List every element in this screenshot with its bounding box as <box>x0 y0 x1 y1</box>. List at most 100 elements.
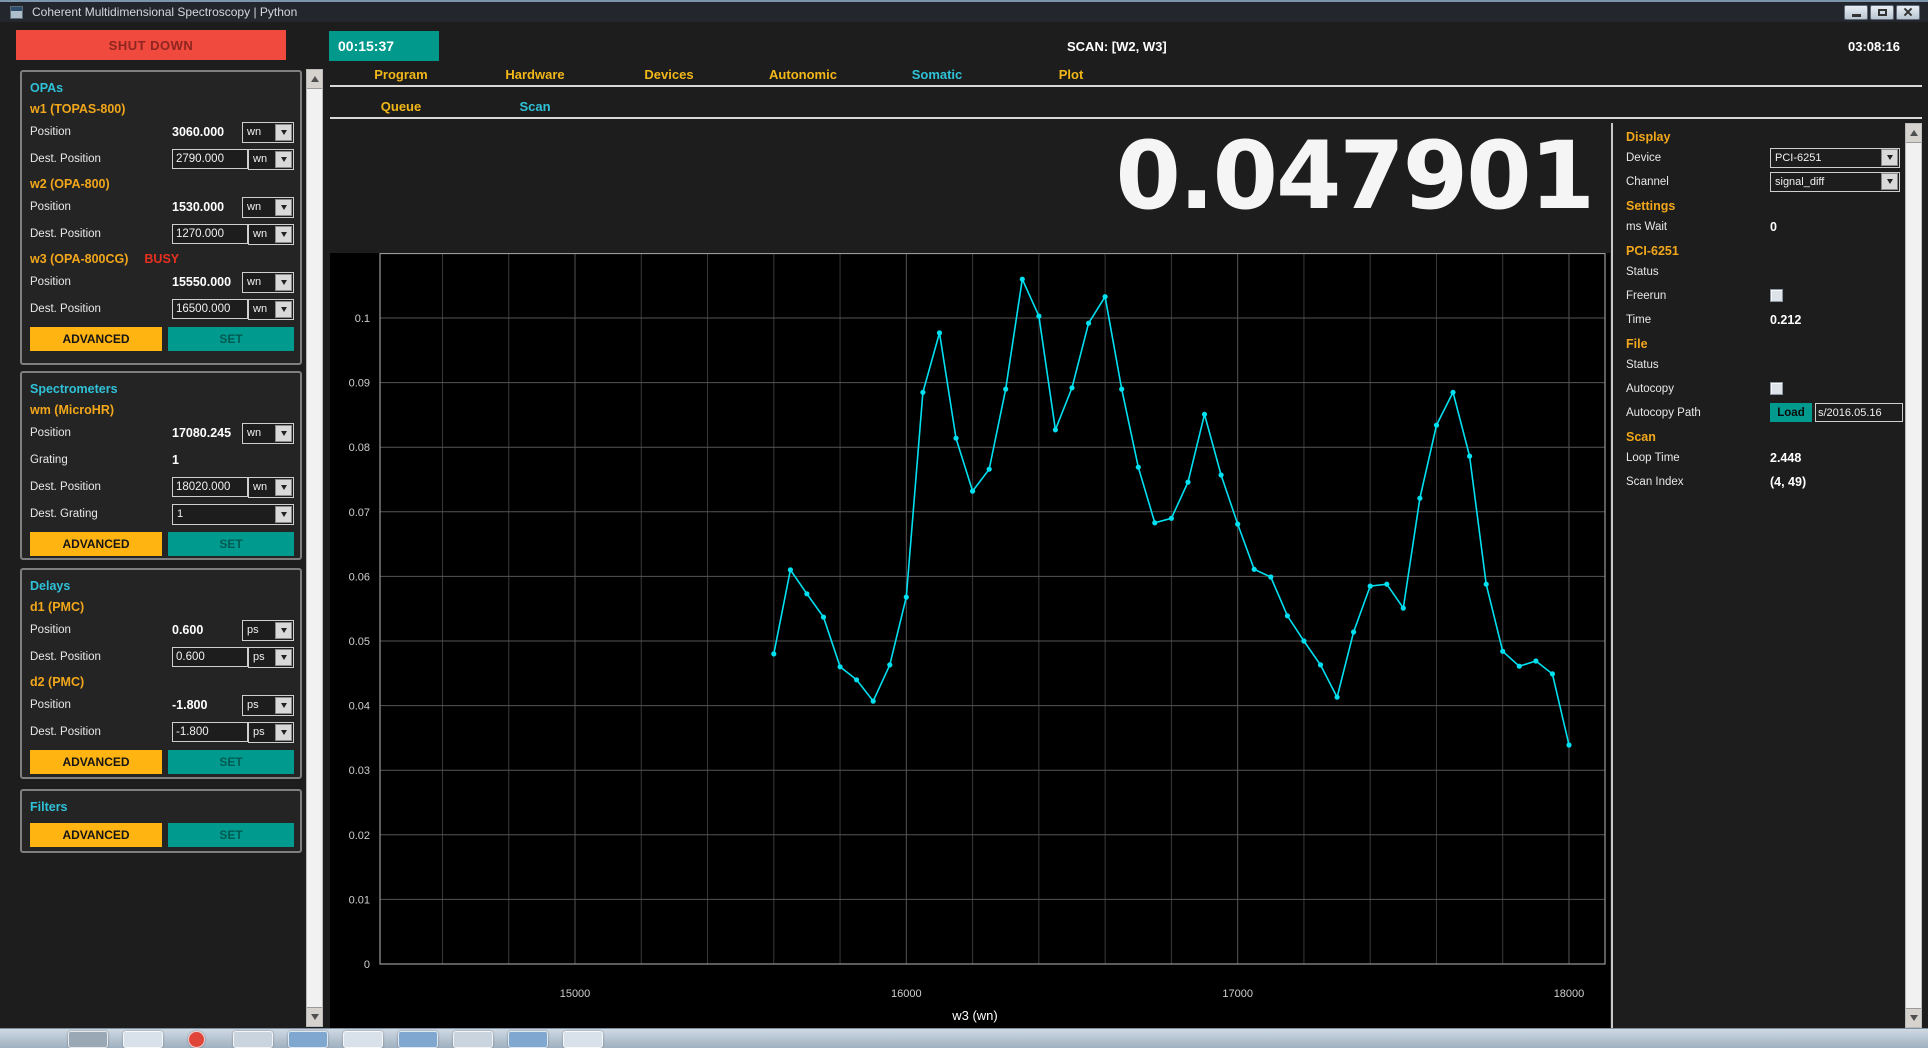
tab-autonomic[interactable]: Autonomic <box>736 67 870 82</box>
tab-program[interactable]: Program <box>334 67 468 82</box>
spectrometers-set-button[interactable]: SET <box>168 532 294 556</box>
d2-position-units-dropdown[interactable]: ps <box>242 695 294 716</box>
w3-dest-units-dropdown[interactable]: wn <box>248 299 294 320</box>
device-dropdown[interactable]: PCI-6251 <box>1770 148 1900 168</box>
windows-taskbar[interactable] <box>0 1028 1928 1048</box>
units-value: wn <box>253 228 267 240</box>
row-label: Grating <box>30 454 172 466</box>
opas-set-button[interactable]: SET <box>168 327 294 351</box>
d2-dest-input[interactable] <box>172 722 248 742</box>
taskbar-app-1[interactable] <box>68 1031 108 1048</box>
device-name-w3: w3 (OPA-800CG) <box>30 252 128 266</box>
tab-somatic[interactable]: Somatic <box>870 67 1004 82</box>
load-button[interactable]: Load <box>1770 403 1812 422</box>
close-button[interactable] <box>1896 5 1920 20</box>
signal-readout: 0.047901 <box>1115 130 1593 224</box>
row-label: Dest. Position <box>30 651 172 663</box>
freerun-checkbox[interactable] <box>1770 289 1783 302</box>
row-label: Position <box>30 201 172 213</box>
taskbar-app-2[interactable] <box>123 1031 163 1048</box>
autocopy-checkbox[interactable] <box>1770 382 1783 395</box>
chevron-down-icon <box>1881 149 1898 166</box>
w1-position-units-dropdown[interactable]: wn <box>242 122 294 143</box>
scroll-up-icon[interactable] <box>307 70 322 89</box>
units-value: wn <box>247 126 261 138</box>
wm-position-units-dropdown[interactable]: wn <box>242 423 294 444</box>
w3-position-units-dropdown[interactable]: wn <box>242 272 294 293</box>
channel-dropdown[interactable]: signal_diff <box>1770 172 1900 192</box>
row-label: Dest. Position <box>30 153 172 165</box>
w2-dest-units-dropdown[interactable]: wn <box>248 224 294 245</box>
d2-position-row: Position -1.800 ps <box>30 694 294 716</box>
time-value: 0.212 <box>1770 313 1801 327</box>
taskbar-app-4[interactable] <box>233 1031 273 1048</box>
taskbar-app-6[interactable] <box>343 1031 383 1048</box>
filters-advanced-button[interactable]: ADVANCED <box>30 823 162 847</box>
scroll-up-icon[interactable] <box>1906 124 1921 143</box>
scroll-down-icon[interactable] <box>307 1007 322 1026</box>
taskbar-app-7[interactable] <box>398 1031 438 1048</box>
svg-text:0.06: 0.06 <box>349 571 370 583</box>
svg-text:0.02: 0.02 <box>349 830 370 842</box>
svg-text:17000: 17000 <box>1222 988 1253 1000</box>
right-panel-scrollbar[interactable] <box>1905 123 1922 1028</box>
wm-position-value: 17080.245 <box>172 426 231 440</box>
d1-position-units-dropdown[interactable]: ps <box>242 620 294 641</box>
wm-dest-units-dropdown[interactable]: wn <box>248 477 294 498</box>
wm-dest-position-input[interactable] <box>172 477 248 497</box>
shutdown-button[interactable]: SHUT DOWN <box>16 30 286 60</box>
taskbar-app-9[interactable] <box>508 1031 548 1048</box>
device-row: Device PCI-6251 <box>1626 147 1903 168</box>
freerun-row: Freerun <box>1626 285 1903 306</box>
loop-time-row: Loop Time 2.448 <box>1626 447 1903 468</box>
wm-dest-grating-dropdown[interactable]: 1 <box>172 504 294 525</box>
taskbar-app-8[interactable] <box>453 1031 493 1048</box>
d1-dest-input[interactable] <box>172 647 248 667</box>
clock: 03:08:16 <box>1848 39 1900 54</box>
scroll-down-icon[interactable] <box>1906 1008 1921 1027</box>
units-value: wn <box>253 153 267 165</box>
delays-advanced-button[interactable]: ADVANCED <box>30 750 162 774</box>
delays-set-button[interactable]: SET <box>168 750 294 774</box>
svg-text:0.08: 0.08 <box>349 442 370 454</box>
tab-plot[interactable]: Plot <box>1004 67 1138 82</box>
w2-position-units-dropdown[interactable]: wn <box>242 197 294 218</box>
pci-header: PCI-6251 <box>1626 244 1903 258</box>
autocopy-row: Autocopy <box>1626 378 1903 399</box>
row-label: Freerun <box>1626 290 1770 302</box>
row-label: Device <box>1626 152 1770 164</box>
autocopy-path-input[interactable] <box>1815 403 1903 422</box>
filters-set-button[interactable]: SET <box>168 823 294 847</box>
svg-text:0.01: 0.01 <box>349 894 370 906</box>
tab-hardware[interactable]: Hardware <box>468 67 602 82</box>
w2-dest-row: Dest. Position wn <box>30 223 294 245</box>
w1-dest-input[interactable] <box>172 149 248 169</box>
svg-text:0.1: 0.1 <box>355 313 370 325</box>
left-panel-scrollbar[interactable] <box>306 69 323 1027</box>
d2-position-value: -1.800 <box>172 698 207 712</box>
row-label: Status <box>1626 266 1770 278</box>
channel-row: Channel signal_diff <box>1626 171 1903 192</box>
w1-dest-units-dropdown[interactable]: wn <box>248 149 294 170</box>
tab-devices[interactable]: Devices <box>602 67 736 82</box>
tab-scan[interactable]: Scan <box>468 99 602 114</box>
d2-dest-units-dropdown[interactable]: ps <box>248 722 294 743</box>
autocopy-path-row: Autocopy Path Load <box>1626 402 1903 423</box>
w3-dest-input[interactable] <box>172 299 248 319</box>
taskbar-app-3[interactable] <box>188 1031 205 1048</box>
chevron-down-icon <box>275 226 292 243</box>
row-label: Dest. Grating <box>30 508 172 520</box>
minimize-icon <box>1852 14 1861 17</box>
opas-advanced-button[interactable]: ADVANCED <box>30 327 162 351</box>
tab-queue[interactable]: Queue <box>334 99 468 114</box>
settings-header: Settings <box>1626 199 1903 213</box>
taskbar-app-5[interactable] <box>288 1031 328 1048</box>
w2-dest-input[interactable] <box>172 224 248 244</box>
units-value: ps <box>247 699 259 711</box>
maximize-button[interactable] <box>1870 5 1894 20</box>
minimize-button[interactable] <box>1844 5 1868 20</box>
taskbar-app-10[interactable] <box>563 1031 603 1048</box>
d1-dest-units-dropdown[interactable]: ps <box>248 647 294 668</box>
scan-index-row: Scan Index (4, 49) <box>1626 471 1903 492</box>
spectrometers-advanced-button[interactable]: ADVANCED <box>30 532 162 556</box>
